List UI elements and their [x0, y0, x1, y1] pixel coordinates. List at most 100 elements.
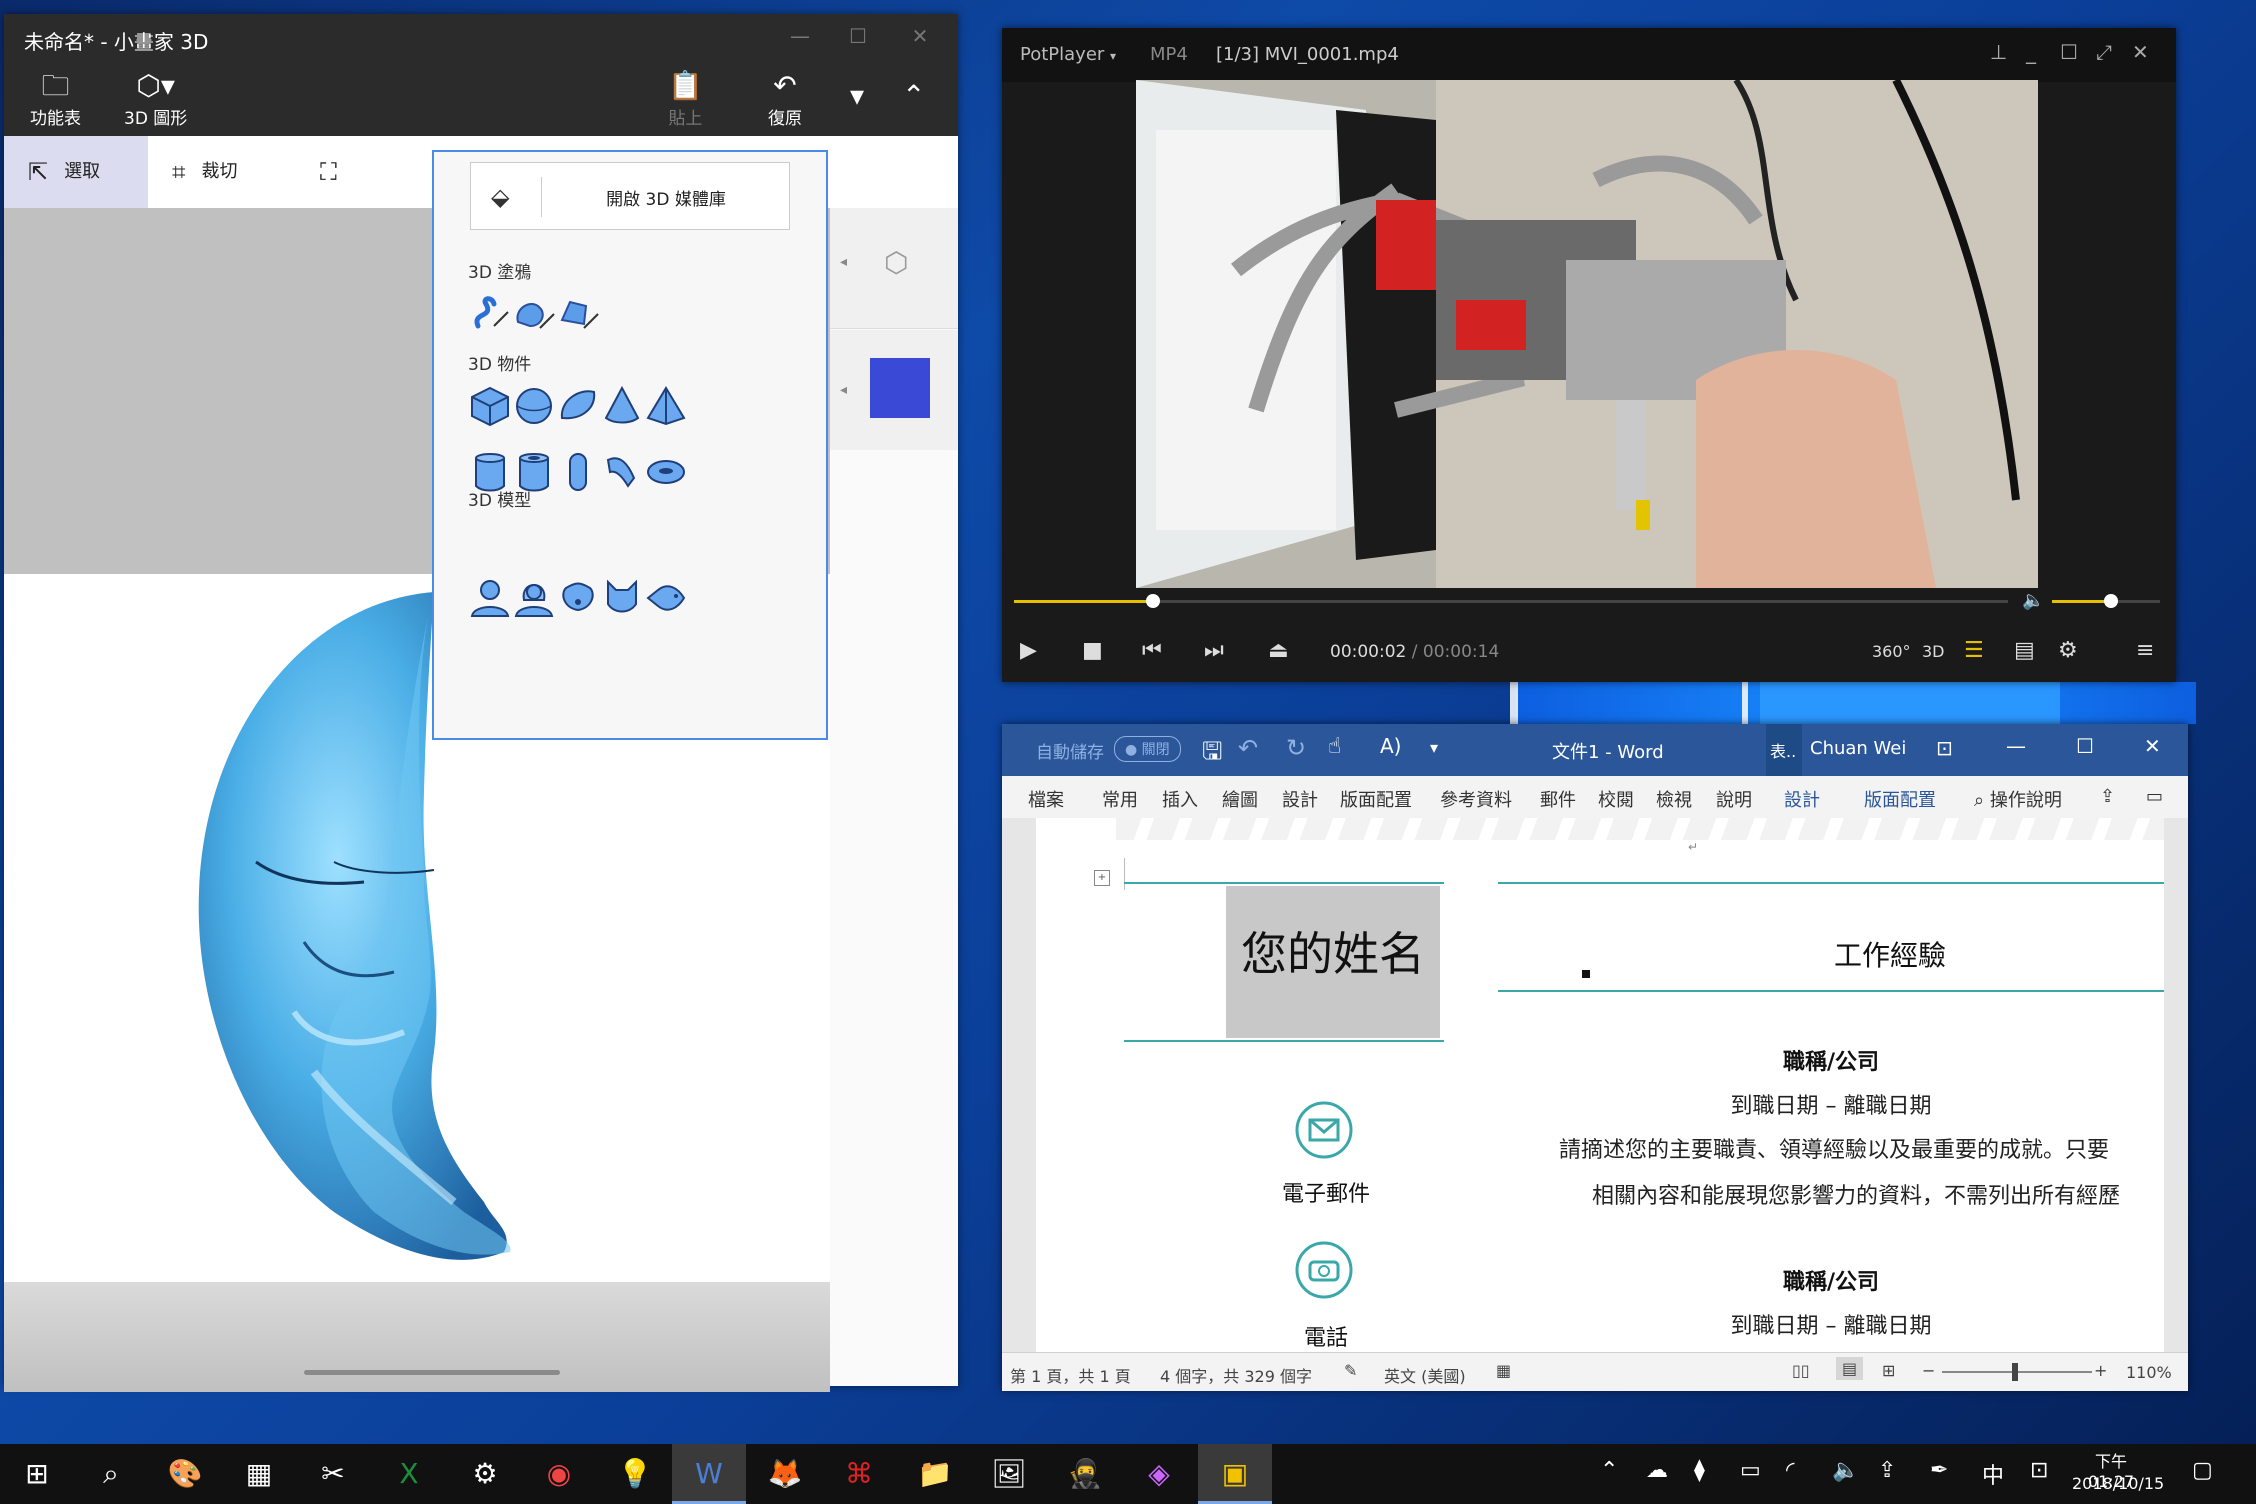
volume-icon[interactable]: 🔈	[2022, 590, 2044, 611]
seek-bar-handle[interactable]	[1146, 594, 1160, 608]
collapse-arrow-icon[interactable]: ◂	[840, 254, 847, 270]
windows-start-icon[interactable]: ⊞	[0, 1444, 74, 1504]
next-icon[interactable]: ⏭	[1204, 638, 1224, 663]
close-button[interactable]: ✕	[2144, 734, 2161, 758]
read-mode-icon[interactable]: ▯▯	[1792, 1361, 1810, 1380]
your-name-heading[interactable]: 您的姓名	[1226, 918, 1440, 984]
bent-tube-icon[interactable]	[600, 450, 644, 494]
tab-home[interactable]: 常用	[1102, 786, 1138, 812]
share-icon[interactable]: ⇪	[2100, 786, 2115, 807]
minimize-button[interactable]: _	[2026, 40, 2036, 64]
job-description-line-2[interactable]: 相關內容和能展現您影響力的資料，不需列出所有經歷	[1506, 1178, 2164, 1210]
video-frame[interactable]	[1136, 80, 2038, 588]
minimize-button[interactable]: —	[2006, 734, 2026, 758]
cone-icon[interactable]	[600, 384, 644, 428]
volume-handle[interactable]	[2104, 594, 2118, 608]
word-taskbar-icon[interactable]: W	[672, 1444, 746, 1504]
soft-edge-doodle-icon[interactable]	[512, 292, 556, 336]
snipping-tool-icon[interactable]: ✂	[296, 1444, 370, 1504]
magic-select-tool[interactable]: ⛶	[296, 136, 356, 208]
sharp-edge-doodle-icon[interactable]	[468, 292, 512, 336]
battery-icon[interactable]: ▭	[1740, 1458, 1761, 1483]
collapse-arrow-icon[interactable]: ◂	[840, 382, 847, 398]
open-3d-library-button[interactable]: ⬙ 開啟 3D 媒體庫	[470, 162, 790, 230]
zoom-out-icon[interactable]: −	[1922, 1361, 1935, 1380]
job-title[interactable]: 職稱/公司	[1498, 1044, 2164, 1076]
excel-icon[interactable]: X	[372, 1444, 446, 1504]
tab-review[interactable]: 校閱	[1598, 786, 1634, 812]
job-dates[interactable]: 到職日期 – 離職日期	[1498, 1088, 2164, 1120]
select-tool[interactable]: ⇱ 選取	[4, 136, 148, 208]
proofing-icon[interactable]: ✎	[1344, 1361, 1357, 1380]
paint-app-icon[interactable]: 🎨	[148, 1444, 222, 1504]
wifi-icon[interactable]: ◜	[1786, 1458, 1795, 1483]
word-count[interactable]: 4 個字，共 329 個字	[1160, 1363, 1312, 1387]
tab-layout[interactable]: 版面配置	[1340, 786, 1412, 812]
fullscreen-button[interactable]: ⤢	[2096, 40, 2112, 64]
save-icon[interactable]: 🖫	[1202, 734, 1222, 775]
chrome-icon[interactable]: ◉	[522, 1444, 596, 1504]
dog-model-icon[interactable]	[556, 576, 600, 620]
calculator-icon[interactable]: ▦	[222, 1444, 296, 1504]
redo-icon[interactable]: ↻	[1286, 734, 1306, 762]
pen-icon[interactable]: ✒	[1930, 1458, 1948, 1483]
table-tools-tab[interactable]: 表..	[1766, 724, 1802, 776]
speaker-icon[interactable]: 🔈	[1832, 1458, 1859, 1483]
minimize-button[interactable]: —	[780, 24, 820, 48]
work-experience-heading[interactable]: 工作經驗	[1834, 934, 1946, 974]
undo-button[interactable]: ↶ 復原	[768, 68, 802, 129]
ime-mode-icon[interactable]: ⊡	[2030, 1458, 2048, 1483]
paint3d-taskbar-icon[interactable]: ◈	[1122, 1444, 1196, 1504]
action-center-icon[interactable]: ▢	[2192, 1458, 2213, 1483]
zoom-level[interactable]: 110%	[2126, 1363, 2172, 1382]
torus-icon[interactable]	[644, 450, 688, 494]
maximize-button[interactable]: ☐	[838, 24, 878, 48]
zoom-slider-handle[interactable]	[2012, 1363, 2018, 1381]
fish-model-icon[interactable]	[644, 576, 688, 620]
accessibility-icon[interactable]: ▦	[1496, 1361, 1511, 1380]
upload-cloud-icon[interactable]: ⇪	[1878, 1458, 1896, 1483]
man-model-icon[interactable]	[468, 576, 512, 620]
game-app-icon[interactable]: 🥷	[1048, 1444, 1122, 1504]
menu-icon[interactable]: ≡	[2136, 638, 2154, 663]
capsule-icon[interactable]	[556, 450, 600, 494]
settings-gear-icon[interactable]: ⚙	[448, 1444, 522, 1504]
maximize-button[interactable]: ☐	[2076, 734, 2094, 758]
dropbox-icon[interactable]: ⧫	[1694, 1458, 1705, 1483]
sphere-icon[interactable]	[512, 384, 556, 428]
3d-shapes-button[interactable]: ⬡▾ 3D 圖形	[124, 68, 187, 129]
tab-help[interactable]: 說明	[1716, 786, 1752, 812]
job-title-2[interactable]: 職稱/公司	[1498, 1264, 2164, 1296]
comments-icon[interactable]: ▭	[2146, 786, 2163, 807]
gear-icon[interactable]: ⚙	[2058, 638, 2078, 663]
tab-view[interactable]: 檢視	[1656, 786, 1692, 812]
ribbon-display-icon[interactable]: ⊡	[1936, 736, 1953, 760]
cube-icon[interactable]	[468, 384, 512, 428]
web-layout-icon[interactable]: ⊞	[1882, 1361, 1895, 1380]
page-count[interactable]: 第 1 頁，共 1 頁	[1010, 1363, 1131, 1387]
file-explorer-icon[interactable]: 📁	[898, 1444, 972, 1504]
tab-mailings[interactable]: 郵件	[1540, 786, 1576, 812]
customize-toolbar-icon[interactable]: ▾	[1430, 738, 1438, 757]
stop-icon[interactable]: ■	[1082, 638, 1103, 663]
zoom-in-icon[interactable]: +	[2094, 1361, 2107, 1380]
maximize-button[interactable]: ☐	[2060, 40, 2078, 64]
hemisphere-icon[interactable]	[556, 384, 600, 428]
3d-button[interactable]: 3D	[1922, 642, 1945, 661]
search-icon[interactable]: ⌕	[74, 1444, 148, 1504]
tab-references[interactable]: 參考資料	[1440, 786, 1512, 812]
email-label[interactable]: 電子郵件	[1258, 1176, 1394, 1208]
tab-draw[interactable]: 繪圖	[1222, 786, 1258, 812]
pyramid-icon[interactable]	[644, 384, 688, 428]
tab-table-design[interactable]: 設計	[1784, 786, 1820, 812]
potplayer-menu-button[interactable]: PotPlayer ▾	[1020, 44, 1116, 65]
potplayer-active-icon[interactable]: ▣	[1198, 1444, 1272, 1504]
pin-icon[interactable]: ⊥	[1990, 40, 2007, 64]
document-page[interactable]: ↵ + 您的姓名 工作經驗 電子郵件 電話 職稱/公司 到職日期 – 離職日期 …	[1036, 818, 2164, 1352]
show-hidden-icons-chevron-icon[interactable]: ⌃	[1600, 1458, 1618, 1483]
horizontal-scrollbar[interactable]	[304, 1370, 560, 1375]
tab-design[interactable]: 設計	[1282, 786, 1318, 812]
cat-model-icon[interactable]	[600, 576, 644, 620]
close-button[interactable]: ✕	[900, 24, 940, 48]
playlist-search-icon[interactable]: ☰	[1964, 638, 1984, 663]
